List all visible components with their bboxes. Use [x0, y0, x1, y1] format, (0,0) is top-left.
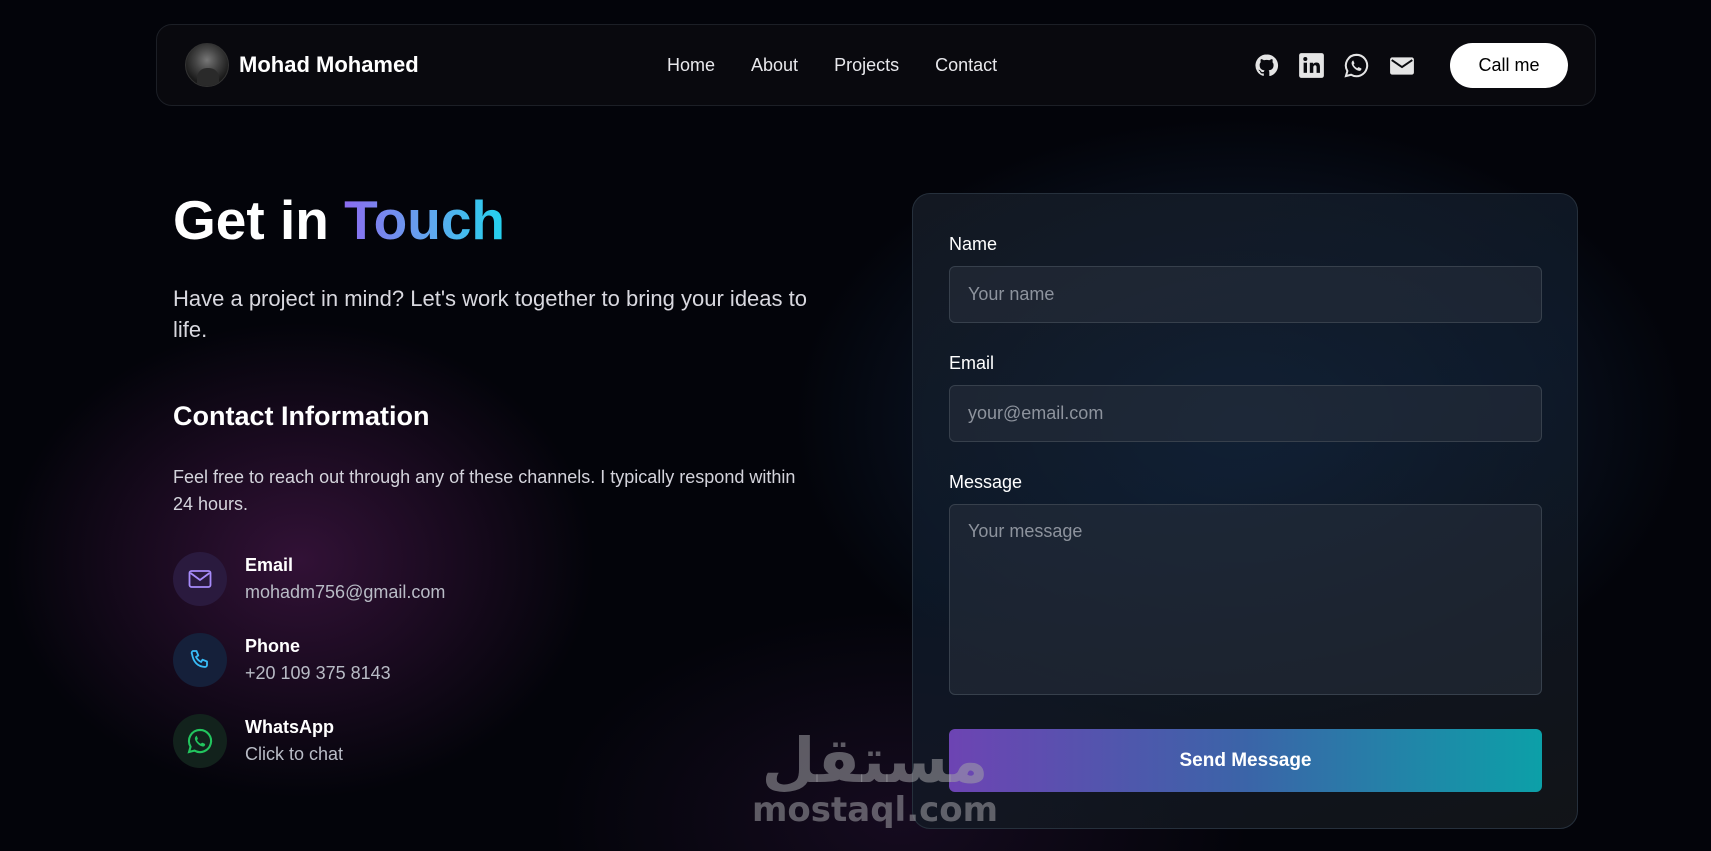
contact-page: Mohad Mohamed Home About Projects Contac…: [0, 0, 1711, 851]
avatar: [185, 43, 229, 87]
watermark-arabic: مستقل: [761, 724, 989, 797]
social-links: [1253, 52, 1433, 79]
send-message-button[interactable]: Send Message: [949, 729, 1542, 792]
page-title: Get in Touch: [173, 188, 505, 252]
contact-item-label: WhatsApp: [245, 717, 334, 737]
contact-item-label: Email: [245, 555, 294, 575]
nav-link-contact[interactable]: Contact: [935, 55, 997, 76]
contact-item-value: Click to chat: [245, 744, 344, 764]
contact-item-label: Phone: [245, 636, 301, 656]
contact-info-title: Contact Information: [173, 401, 430, 431]
name-label: Name: [949, 234, 998, 254]
nav-link-about[interactable]: About: [751, 55, 798, 76]
contact-form: Name Email Message Send Message: [912, 193, 1578, 829]
title-accent: Touch: [344, 189, 506, 251]
nav-links: Home About Projects Contact: [667, 55, 1033, 76]
contact-item-value: mohadm756@gmail.com: [245, 582, 446, 602]
phone-icon: [173, 633, 227, 687]
mail-icon[interactable]: [1388, 52, 1415, 79]
call-me-button[interactable]: Call me: [1450, 43, 1568, 88]
navbar: Mohad Mohamed Home About Projects Contac…: [156, 24, 1596, 106]
name-input[interactable]: [949, 266, 1542, 323]
whatsapp-icon: [173, 714, 227, 768]
linkedin-icon[interactable]: [1298, 52, 1325, 79]
contact-item-whatsapp[interactable]: WhatsApp Click to chat: [173, 714, 343, 768]
contact-item-phone[interactable]: Phone +20 109 375 8143: [173, 633, 391, 687]
email-label: Email: [949, 353, 995, 373]
whatsapp-icon[interactable]: [1343, 52, 1370, 79]
contact-item-email[interactable]: Email mohadm756@gmail.com: [173, 552, 445, 606]
message-label: Message: [949, 472, 1023, 492]
brand[interactable]: Mohad Mohamed: [185, 43, 419, 87]
github-icon[interactable]: [1253, 52, 1280, 79]
mail-icon: [173, 552, 227, 606]
hero-subtitle: Have a project in mind? Let's work toget…: [173, 286, 807, 342]
email-input[interactable]: [949, 385, 1542, 442]
contact-item-value: +20 109 375 8143: [245, 663, 391, 683]
nav-link-home[interactable]: Home: [667, 55, 715, 76]
nav-link-projects[interactable]: Projects: [834, 55, 899, 76]
brand-name: Mohad Mohamed: [239, 52, 419, 77]
watermark-latin: mostaql.com: [752, 790, 999, 830]
message-textarea[interactable]: [949, 504, 1542, 695]
contact-info-description: Feel free to reach out through any of th…: [173, 467, 796, 514]
watermark: مستقل mostaql.com: [752, 724, 999, 830]
title-plain: Get in: [173, 189, 345, 251]
